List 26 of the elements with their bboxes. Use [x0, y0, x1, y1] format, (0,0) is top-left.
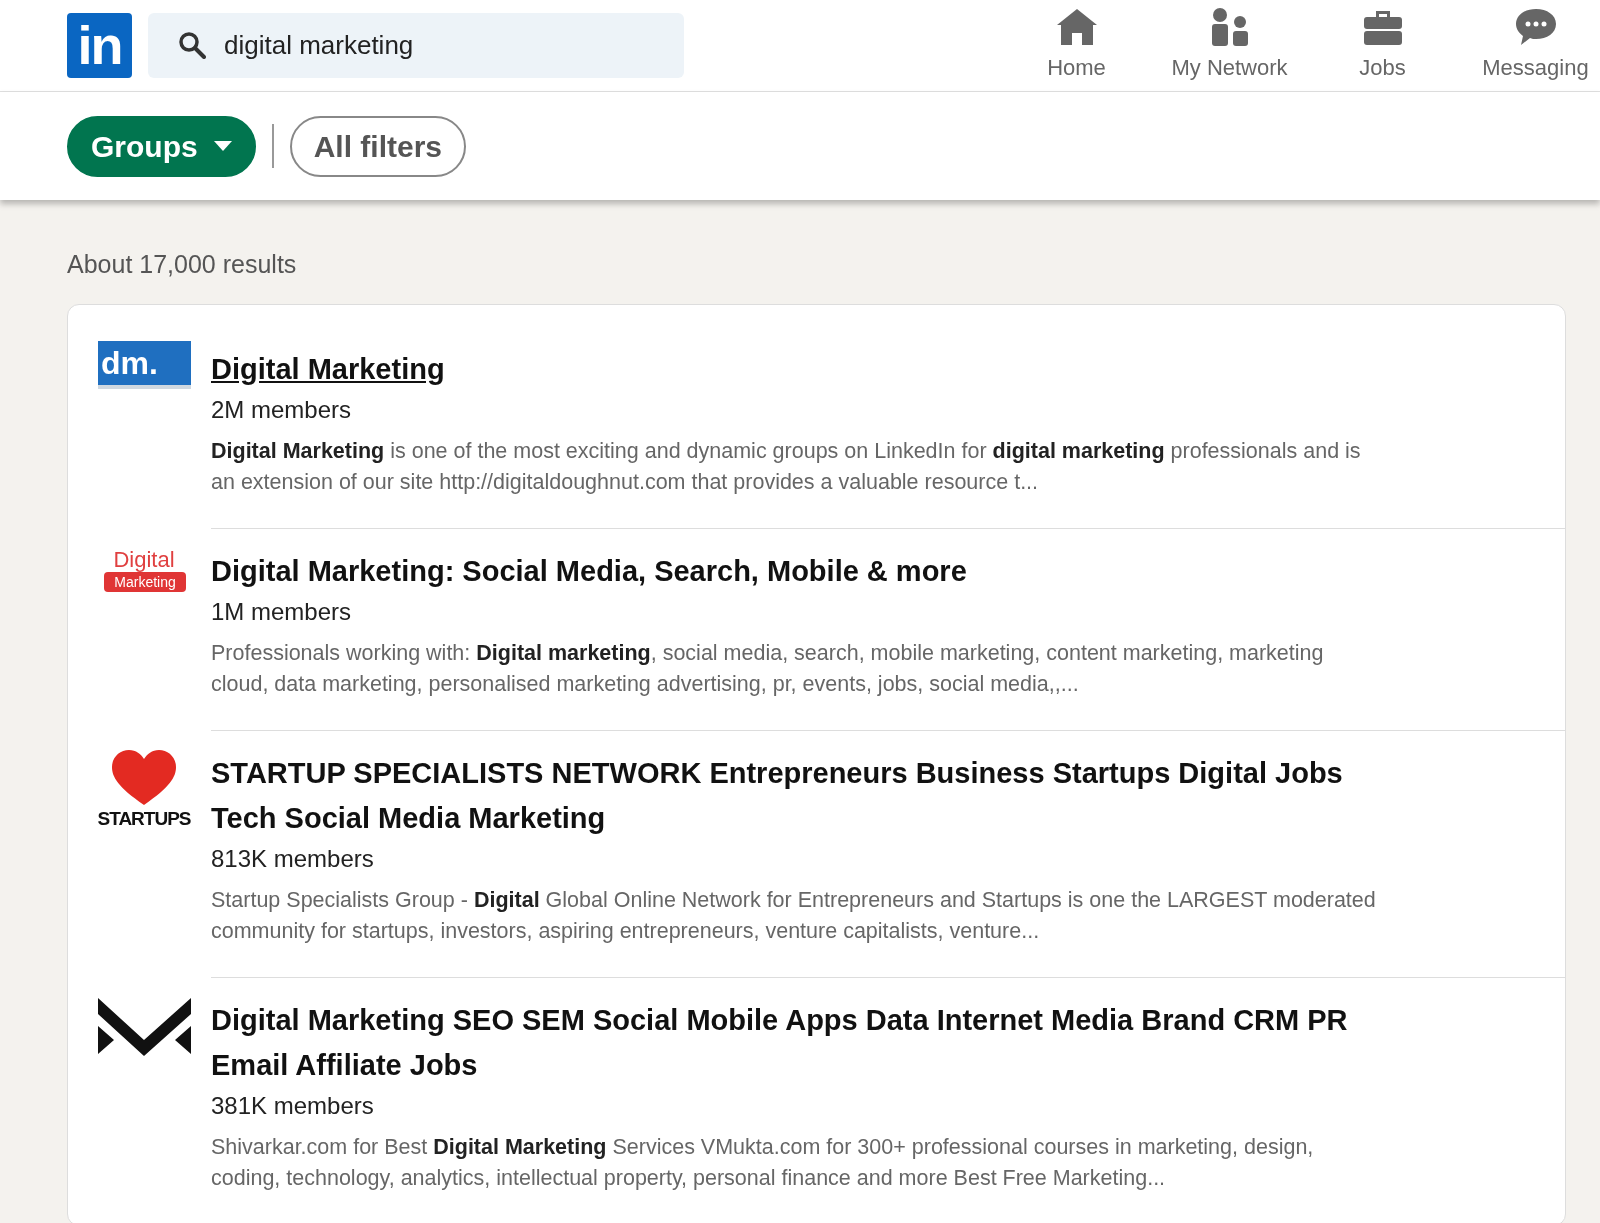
- group-title-link[interactable]: Digital Marketing SEO SEM Social Mobile Apps Data Internet Media Brand CRM PR Email Affiliate Jobs: [211, 997, 1401, 1088]
- group-title-link[interactable]: Digital Marketing: Social Media, Search, Mobile & more: [211, 548, 1401, 594]
- group-title-link[interactable]: Digital Marketing: [211, 346, 1401, 392]
- search-icon: [178, 31, 206, 59]
- group-logo: STARTUPS: [98, 744, 191, 830]
- group-description: Shivarkar.com for Best Digital Marketing Services VMukta.com for 300+ professional courses in marketing, design, coding, technology, analytics, intellectual property, personal finance and more Best Free Marketing...: [211, 1133, 1315, 1192]
- group-logo: Digital Marketing: [98, 542, 191, 603]
- search-field[interactable]: digital marketing: [148, 13, 684, 78]
- member-count: 813K members: [211, 843, 375, 874]
- group-description: Professionals working with: Digital marketing, social media, search, mobile marketing, content marketing, marketing cloud, data marketing, personalised marketing advertising, pr, events, jobs, social media,,...: [211, 639, 1325, 698]
- chat-bubble-icon: [1513, 7, 1558, 47]
- linkedin-logo[interactable]: in: [67, 13, 132, 78]
- member-count: 1M members: [211, 596, 353, 627]
- member-count: 381K members: [211, 1090, 375, 1121]
- nav-item[interactable]: My Network: [1153, 7, 1306, 84]
- nav-item[interactable]: Messaging: [1459, 7, 1600, 84]
- nav-item[interactable]: Jobs: [1306, 7, 1459, 84]
- filter-button[interactable]: All filters: [289, 115, 467, 177]
- results-count: About 17,000 results: [66, 249, 298, 280]
- group-description: Digital Marketing is one of the most exciting and dynamic groups on LinkedIn for digital marketing professionals and is an extension of our site http://digitaldoughnut.com that provides a valuable resource t...: [211, 437, 1362, 496]
- group-description: Startup Specialists Group - Digital Global Online Network for Entrepreneurs and Startups is one the LARGEST moderated community for startups, investors, aspiring entrepreneurs, venture capitalists, venture...: [211, 886, 1377, 945]
- member-count: 2M members: [211, 394, 353, 425]
- nav-item[interactable]: Home: [1000, 7, 1153, 84]
- filter-button[interactable]: Groups: [67, 115, 256, 177]
- group-title-link[interactable]: STARTUP SPECIALISTS NETWORK Entrepreneurs Business Startups Digital Jobs Tech Social Media Marketing: [211, 750, 1401, 841]
- group-logo: dm.: [98, 340, 191, 391]
